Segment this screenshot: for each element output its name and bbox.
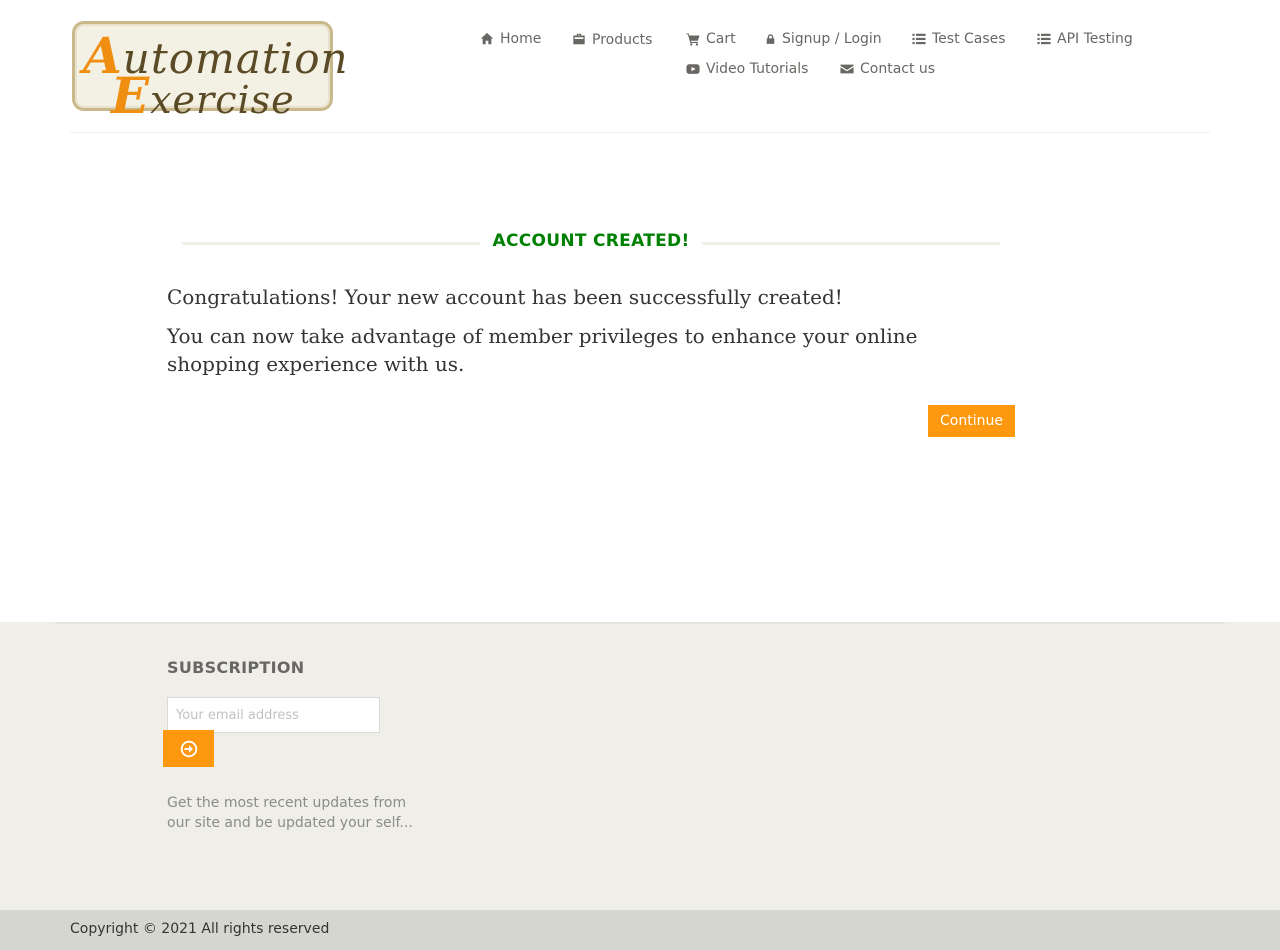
nav-api-testing-label: API Testing	[1057, 31, 1133, 47]
footer: SUBSCRIPTION Get the most recent updates…	[0, 622, 1280, 910]
nav-video-tutorials[interactable]: Video Tutorials	[686, 61, 808, 77]
site-logo[interactable]: Automation Exercise	[72, 21, 348, 125]
nav-video-tutorials-label: Video Tutorials	[706, 61, 809, 77]
continue-button[interactable]: Continue	[928, 405, 1015, 437]
nav-signup-login-label: Signup / Login	[782, 31, 882, 47]
nav-products-label: Products	[592, 32, 653, 48]
success-message: Congratulations! Your new account has be…	[167, 285, 843, 309]
cart-icon	[686, 33, 700, 46]
envelope-icon	[840, 64, 854, 74]
nav-contact-us[interactable]: Contact us	[840, 61, 935, 77]
nav-api-testing[interactable]: API Testing	[1037, 31, 1133, 47]
youtube-icon	[686, 64, 700, 74]
nav-signup-login[interactable]: Signup / Login	[765, 31, 882, 47]
title-divider-right	[702, 242, 1000, 245]
header: Automation Exercise Home Products Cart S…	[0, 0, 1280, 133]
home-icon	[480, 32, 494, 45]
nav-cart[interactable]: Cart	[686, 31, 736, 47]
list-icon	[1037, 33, 1051, 45]
copyright-text: Copyright © 2021 All rights reserved	[70, 921, 330, 937]
subscription-title: SUBSCRIPTION	[167, 658, 305, 677]
nav-home-label: Home	[500, 31, 542, 47]
nav-contact-us-label: Contact us	[860, 61, 936, 77]
nav-cart-label: Cart	[706, 31, 736, 47]
nav-test-cases-label: Test Cases	[932, 31, 1006, 47]
title-divider-left	[182, 242, 480, 245]
logo-line-2: Exercise	[111, 66, 295, 125]
footer-divider	[55, 622, 1225, 624]
page-title: ACCOUNT CREATED!	[492, 231, 690, 251]
briefcase-icon	[573, 33, 585, 45]
nav-test-cases[interactable]: Test Cases	[912, 31, 1006, 47]
member-privileges-message: You can now take advantage of member pri…	[167, 324, 918, 376]
lock-icon	[766, 34, 775, 44]
arrow-circle-right-icon	[180, 740, 197, 757]
nav-home[interactable]: Home	[480, 31, 541, 47]
subscribe-email-input[interactable]	[167, 697, 380, 733]
nav-products[interactable]: Products	[572, 30, 652, 48]
copyright-bar: Copyright © 2021 All rights reserved	[0, 910, 1280, 950]
list-icon	[912, 33, 926, 45]
header-divider	[70, 132, 1210, 133]
subscribe-button[interactable]	[163, 730, 214, 767]
subscription-description: Get the most recent updates from our sit…	[167, 795, 413, 831]
